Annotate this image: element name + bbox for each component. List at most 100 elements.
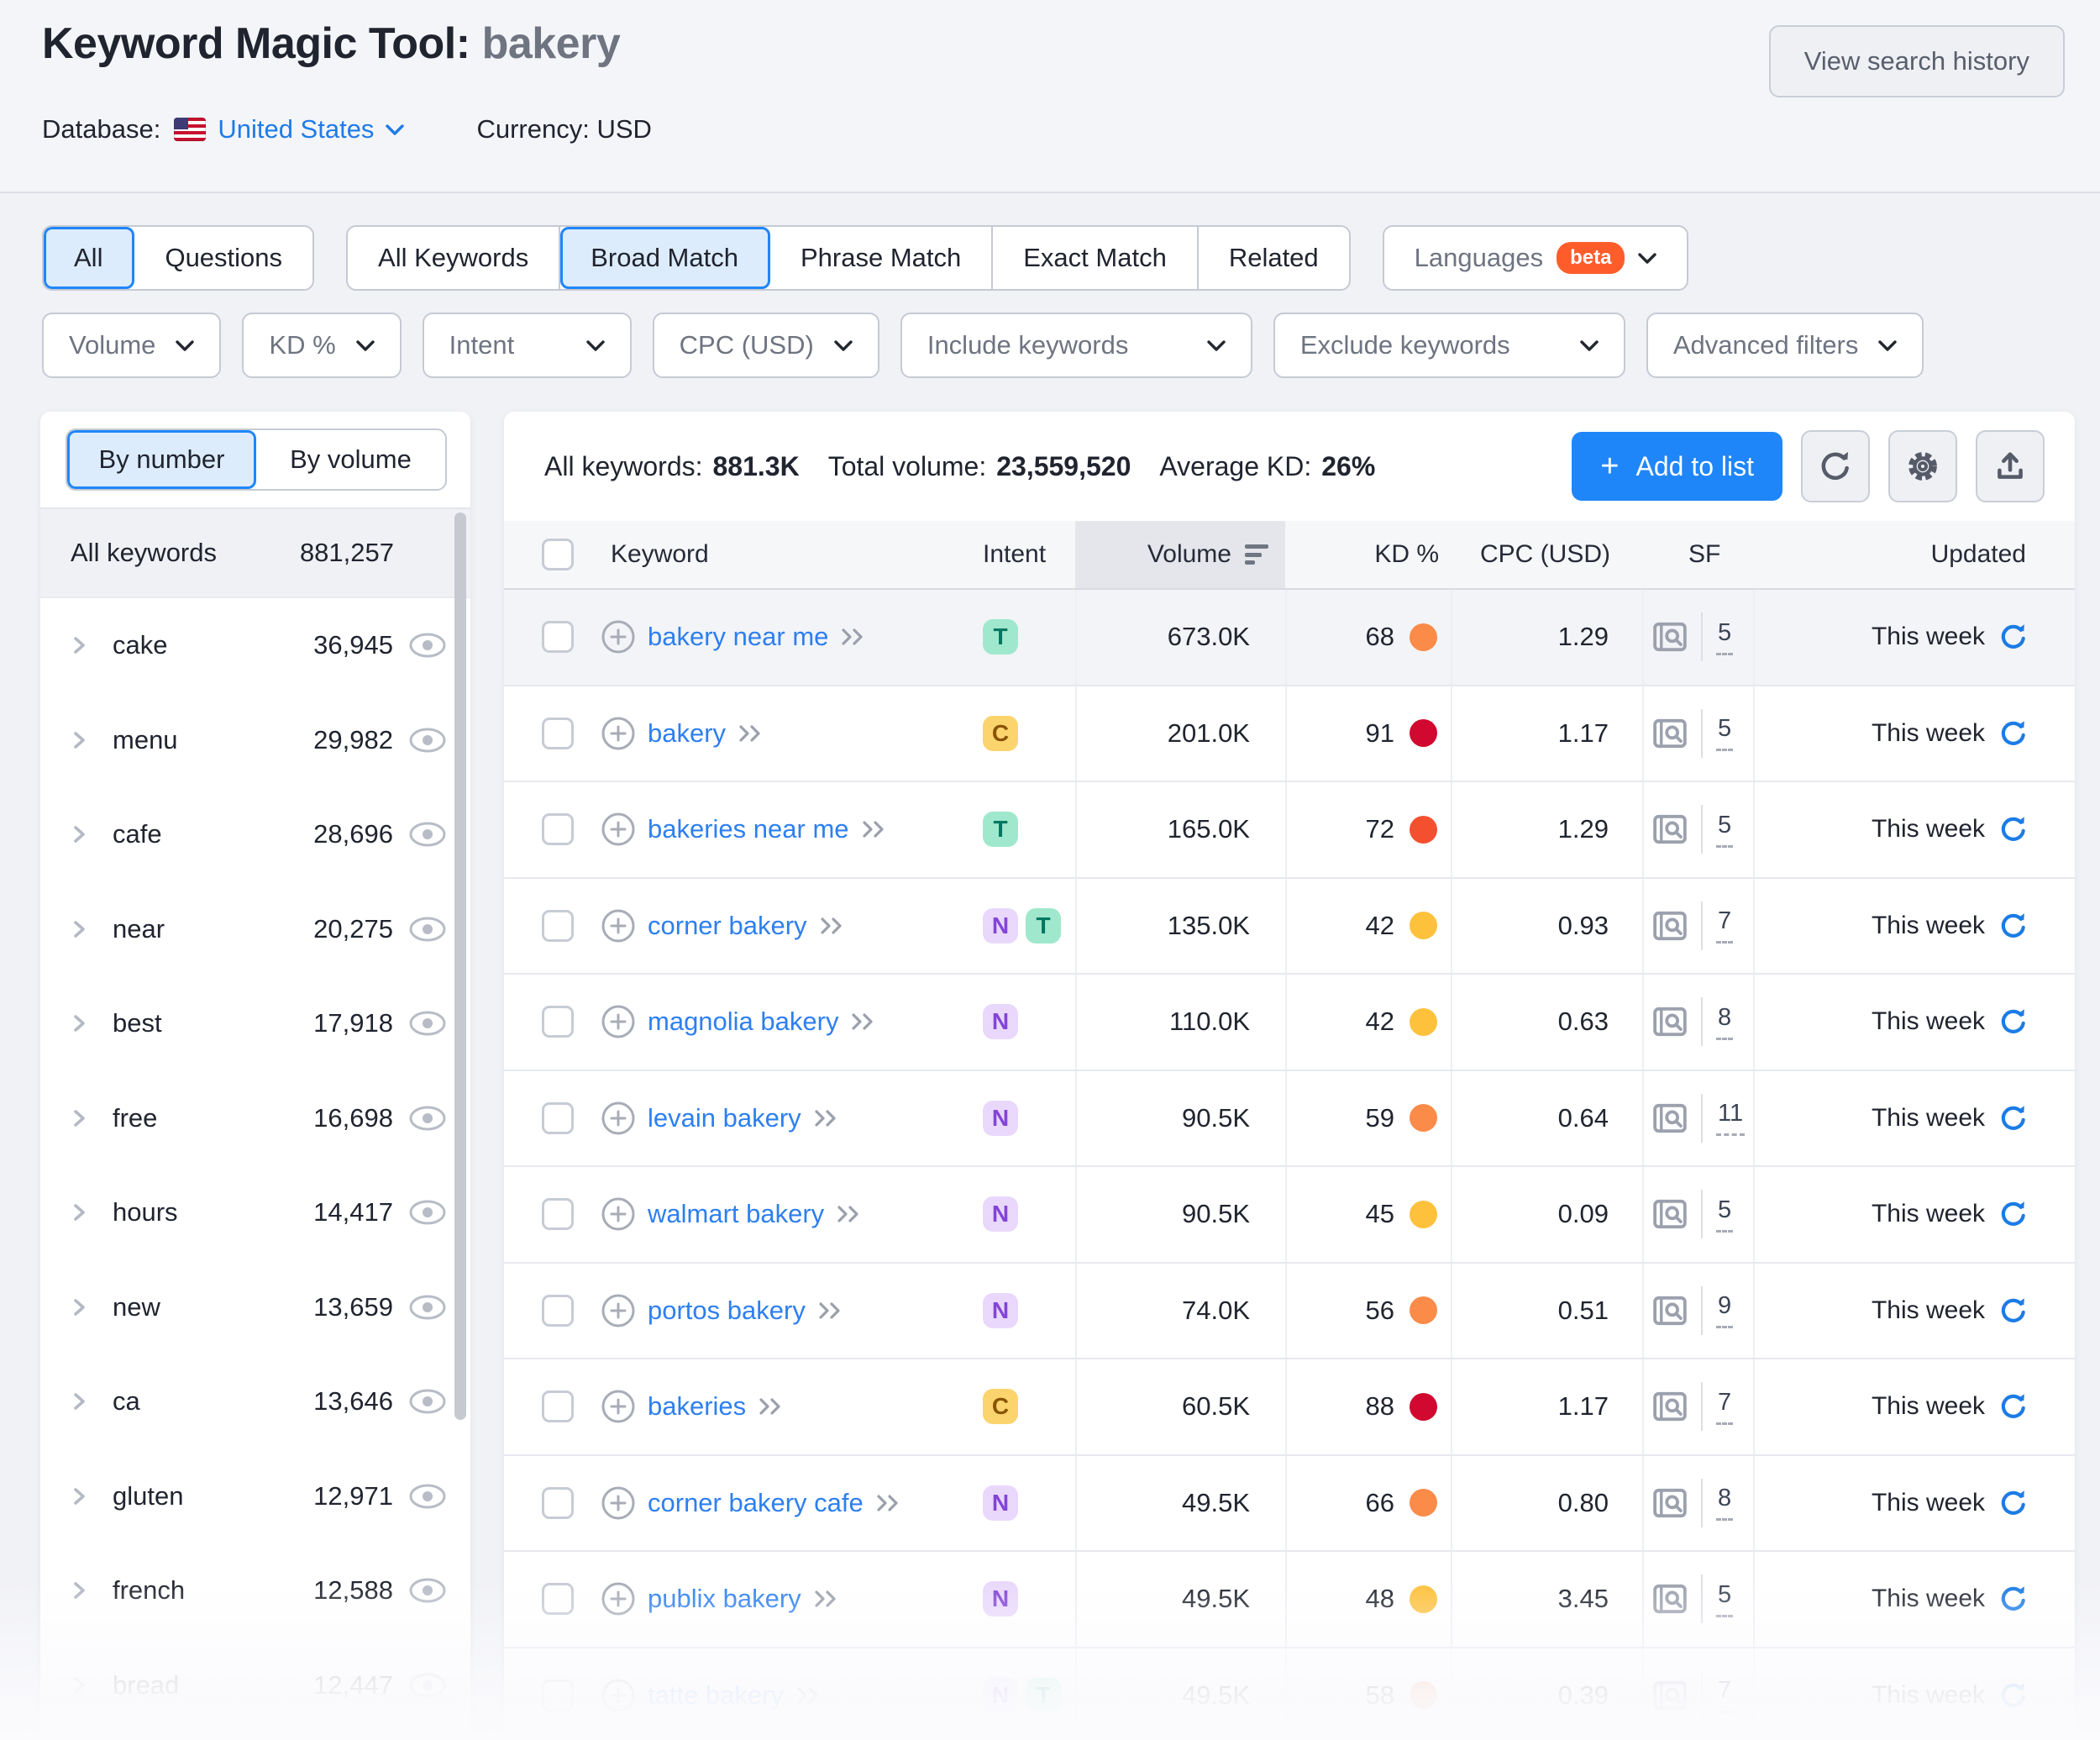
keyword-group-row[interactable]: best 17,918 bbox=[40, 976, 470, 1071]
serp-preview-icon[interactable] bbox=[1652, 621, 1688, 653]
add-keyword-icon[interactable] bbox=[601, 908, 636, 944]
double-chevron-icon[interactable] bbox=[875, 1492, 902, 1514]
tab-all-keywords[interactable]: All Keywords bbox=[348, 227, 560, 289]
keyword-group-row[interactable]: new 13,659 bbox=[40, 1260, 470, 1355]
refresh-keyword-icon[interactable] bbox=[1998, 622, 2029, 652]
column-header-keyword[interactable]: Keyword bbox=[601, 521, 983, 588]
add-keyword-icon[interactable] bbox=[601, 619, 636, 654]
eye-icon[interactable] bbox=[408, 727, 447, 754]
refresh-keyword-icon[interactable] bbox=[1998, 1488, 2029, 1518]
refresh-keyword-icon[interactable] bbox=[1998, 1680, 2029, 1711]
row-checkbox[interactable] bbox=[542, 1006, 574, 1038]
tab-broad-match[interactable]: Broad Match bbox=[560, 227, 770, 289]
filter-advanced[interactable]: Advanced filters bbox=[1646, 313, 1924, 378]
eye-icon[interactable] bbox=[408, 1483, 447, 1510]
filter-volume[interactable]: Volume bbox=[42, 313, 221, 378]
double-chevron-icon[interactable] bbox=[758, 1396, 785, 1417]
eye-icon[interactable] bbox=[408, 916, 447, 943]
add-keyword-icon[interactable] bbox=[601, 1196, 636, 1232]
eye-icon[interactable] bbox=[408, 1010, 447, 1037]
languages-dropdown[interactable]: Languages beta bbox=[1384, 227, 1688, 289]
serp-preview-icon[interactable] bbox=[1652, 813, 1688, 845]
serp-preview-icon[interactable] bbox=[1652, 1487, 1688, 1519]
row-checkbox[interactable] bbox=[542, 621, 574, 653]
keyword-group-row[interactable]: free 16,698 bbox=[40, 1071, 470, 1166]
keyword-group-row[interactable]: menu 29,982 bbox=[40, 693, 470, 788]
database-selector[interactable]: United States bbox=[218, 114, 404, 145]
column-header-intent[interactable]: Intent bbox=[983, 521, 1075, 588]
sidebar-scrollbar[interactable] bbox=[454, 513, 466, 1420]
double-chevron-icon[interactable] bbox=[813, 1588, 840, 1610]
double-chevron-icon[interactable] bbox=[738, 723, 764, 744]
refresh-keyword-icon[interactable] bbox=[1998, 1199, 2029, 1229]
keyword-link[interactable]: magnolia bakery bbox=[648, 1007, 838, 1037]
sf-count-link[interactable]: 5 bbox=[1716, 619, 1733, 655]
add-keyword-icon[interactable] bbox=[601, 1293, 636, 1328]
serp-preview-icon[interactable] bbox=[1652, 1295, 1688, 1327]
sf-count-link[interactable]: 7 bbox=[1716, 907, 1733, 944]
refresh-keyword-icon[interactable] bbox=[1998, 718, 2029, 749]
keyword-link[interactable]: corner bakery cafe bbox=[648, 1488, 864, 1518]
group-all-keywords-row[interactable]: All keywords 881,257 bbox=[40, 507, 470, 598]
keyword-group-row[interactable]: hours 14,417 bbox=[40, 1165, 470, 1260]
export-button[interactable] bbox=[1976, 430, 2045, 502]
keyword-link[interactable]: bakery bbox=[648, 718, 726, 749]
add-keyword-icon[interactable] bbox=[601, 1485, 636, 1521]
double-chevron-icon[interactable] bbox=[813, 1107, 840, 1129]
keyword-link[interactable]: bakeries near me bbox=[648, 814, 849, 844]
double-chevron-icon[interactable] bbox=[840, 626, 867, 648]
refresh-keyword-icon[interactable] bbox=[1998, 1103, 2029, 1133]
filter-include-keywords[interactable]: Include keywords bbox=[900, 313, 1252, 378]
sf-count-link[interactable]: 5 bbox=[1716, 812, 1733, 848]
toggle-by-volume[interactable]: By volume bbox=[256, 430, 445, 489]
serp-preview-icon[interactable] bbox=[1652, 1198, 1688, 1230]
column-header-volume[interactable]: Volume bbox=[1075, 521, 1285, 588]
refresh-keyword-icon[interactable] bbox=[1998, 1296, 2029, 1326]
row-checkbox[interactable] bbox=[542, 1102, 574, 1134]
add-keyword-icon[interactable] bbox=[601, 1678, 636, 1713]
row-checkbox[interactable] bbox=[542, 1487, 574, 1519]
add-to-list-button[interactable]: + Add to list bbox=[1572, 432, 1782, 501]
keyword-group-row[interactable]: near 20,275 bbox=[40, 882, 470, 977]
add-keyword-icon[interactable] bbox=[601, 812, 636, 847]
keyword-link[interactable]: levain bakery bbox=[648, 1103, 801, 1133]
keyword-link[interactable]: portos bakery bbox=[648, 1296, 806, 1326]
sf-count-link[interactable]: 5 bbox=[1716, 1581, 1733, 1617]
sf-count-link[interactable]: 9 bbox=[1716, 1292, 1733, 1328]
sf-count-link[interactable]: 7 bbox=[1716, 1677, 1733, 1713]
serp-preview-icon[interactable] bbox=[1652, 910, 1688, 942]
add-keyword-icon[interactable] bbox=[601, 1389, 636, 1424]
column-header-sf[interactable]: SF bbox=[1642, 521, 1753, 588]
row-checkbox[interactable] bbox=[542, 910, 574, 942]
eye-icon[interactable] bbox=[408, 1199, 447, 1226]
add-keyword-icon[interactable] bbox=[601, 716, 636, 751]
row-checkbox[interactable] bbox=[542, 1583, 574, 1615]
serp-preview-icon[interactable] bbox=[1652, 1390, 1688, 1422]
refresh-keyword-icon[interactable] bbox=[1998, 911, 2029, 941]
column-header-cpc[interactable]: CPC (USD) bbox=[1451, 521, 1642, 588]
eye-icon[interactable] bbox=[408, 821, 447, 848]
eye-icon[interactable] bbox=[408, 632, 447, 659]
keyword-group-row[interactable]: ca 13,646 bbox=[40, 1354, 470, 1449]
filter-exclude-keywords[interactable]: Exclude keywords bbox=[1273, 313, 1625, 378]
row-checkbox[interactable] bbox=[542, 813, 574, 845]
select-all-checkbox[interactable] bbox=[542, 539, 574, 570]
keyword-group-row[interactable]: bread 12,447 bbox=[40, 1638, 470, 1733]
sf-count-link[interactable]: 5 bbox=[1716, 715, 1733, 751]
refresh-keyword-icon[interactable] bbox=[1998, 1391, 2029, 1422]
add-keyword-icon[interactable] bbox=[601, 1101, 636, 1136]
tab-exact-match[interactable]: Exact Match bbox=[993, 227, 1199, 289]
eye-icon[interactable] bbox=[408, 1672, 447, 1699]
sf-count-link[interactable]: 7 bbox=[1716, 1389, 1733, 1425]
serp-preview-icon[interactable] bbox=[1652, 718, 1688, 749]
refresh-keyword-icon[interactable] bbox=[1998, 1007, 2029, 1037]
eye-icon[interactable] bbox=[408, 1105, 447, 1132]
eye-icon[interactable] bbox=[408, 1577, 447, 1604]
tab-related[interactable]: Related bbox=[1199, 227, 1349, 289]
view-search-history-button[interactable]: View search history bbox=[1769, 25, 2065, 97]
serp-preview-icon[interactable] bbox=[1652, 1583, 1688, 1615]
keyword-group-row[interactable]: french 12,588 bbox=[40, 1543, 470, 1638]
double-chevron-icon[interactable] bbox=[850, 1011, 877, 1033]
sf-count-link[interactable]: 11 bbox=[1716, 1100, 1745, 1136]
column-header-kd[interactable]: KD % bbox=[1285, 521, 1451, 588]
